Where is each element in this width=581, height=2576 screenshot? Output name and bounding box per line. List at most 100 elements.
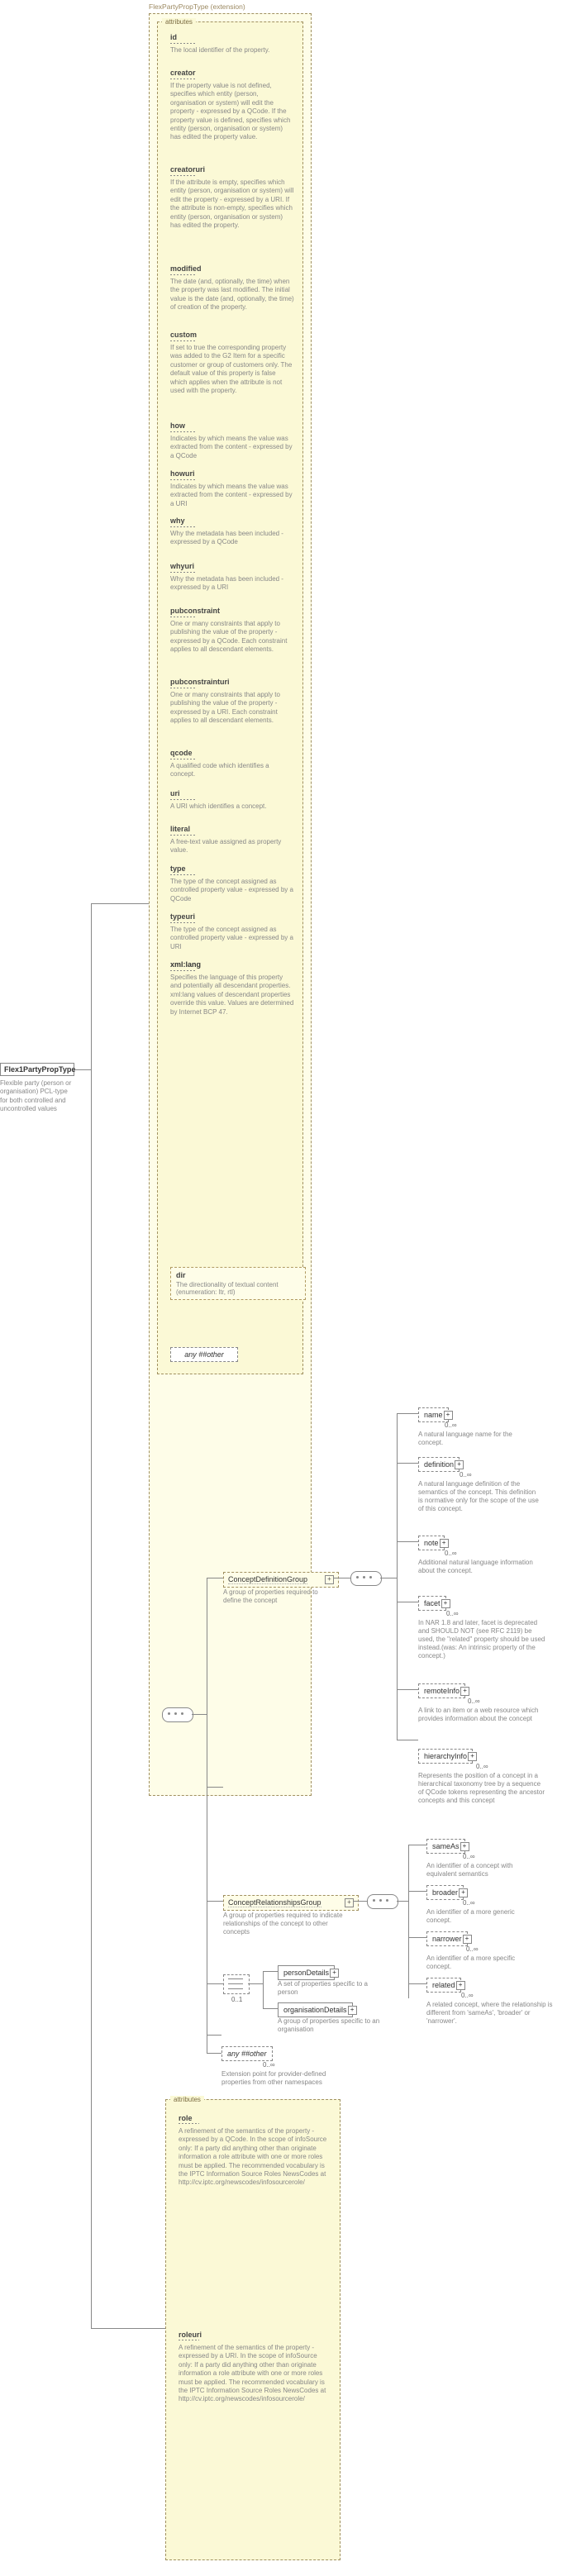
cardinality: 0..∞ — [468, 1697, 480, 1705]
connector — [74, 1069, 91, 1070]
element-remoteinfo: remoteInfo+ — [418, 1683, 465, 1698]
attr-creator: creatorIf the property value is not defi… — [170, 69, 294, 142]
desc-facet: In NAR 1.8 and later, facet is deprecate… — [418, 1619, 549, 1660]
expand-icon[interactable]: + — [440, 1539, 449, 1548]
desc-note: Additional natural language information … — [418, 1559, 534, 1575]
sequence-icon — [350, 1571, 382, 1586]
desc-sameas: An identifier of a concept with equivale… — [426, 1862, 542, 1878]
desc-organisationdetails: A group of properties specific to an org… — [278, 2017, 393, 2034]
connector — [248, 1983, 263, 1984]
attr-how: howIndicates by which means the value wa… — [170, 421, 294, 460]
expand-icon[interactable]: + — [463, 1935, 472, 1944]
connector — [263, 1971, 264, 2008]
attr-roleuri: roleuriA refinement of the semantics of … — [179, 2331, 331, 2404]
cardinality: 0..∞ — [460, 1471, 472, 1478]
connector — [192, 1714, 207, 1715]
attr-qcode: qcodeA qualified code which identifies a… — [170, 749, 294, 779]
element-facet: facet+ — [418, 1596, 446, 1611]
attr-type: typeThe type of the concept assigned as … — [170, 864, 294, 903]
root-title: Flex1PartyPropType — [0, 1063, 74, 1076]
desc-any: Extension point for provider-defined pro… — [221, 2070, 341, 2087]
connector — [354, 1901, 367, 1902]
desc-remoteinfo: A link to an item or a web resource whic… — [418, 1707, 542, 1723]
connector — [263, 1971, 278, 1972]
expand-icon[interactable]: + — [444, 1411, 453, 1420]
attr-pubconstraint: pubconstraintOne or many constraints tha… — [170, 607, 294, 655]
element-any: any ##other — [221, 2046, 273, 2061]
expand-icon[interactable]: + — [330, 1969, 339, 1978]
connector — [408, 1845, 409, 1998]
attr-howuri: howuriIndicates by which means the value… — [170, 469, 294, 508]
sequence-icon — [367, 1894, 398, 1909]
desc-broader: An identifier of a more generic concept. — [426, 1908, 534, 1925]
connector — [397, 1413, 418, 1414]
element-narrower: narrower+ — [426, 1931, 468, 1946]
connector — [397, 1689, 418, 1690]
element-persondetails: personDetails+ — [278, 1965, 335, 1980]
connector — [408, 1891, 426, 1892]
attr-literal: literalA free-text value assigned as pro… — [170, 825, 294, 855]
expand-icon[interactable]: + — [441, 1599, 450, 1608]
expand-icon[interactable]: + — [456, 1981, 465, 1990]
attr-id: idThe local identifier of the property. — [170, 33, 294, 55]
attr-why: whyWhy the metadata has been included - … — [170, 517, 294, 547]
desc-narrower: An identifier of a more specific concept… — [426, 1955, 534, 1971]
element-name: name+ — [418, 1407, 449, 1422]
connector — [263, 2008, 278, 2009]
element-broader: broader+ — [426, 1885, 464, 1900]
bottom-attributes-header: attributes — [170, 2096, 204, 2103]
attr-typeuri: typeuriThe type of the concept assigned … — [170, 912, 294, 951]
element-organisationdetails: organisationDetails+ — [278, 2002, 353, 2017]
attr-xmllang: xml:langSpecifies the language of this p… — [170, 960, 294, 1017]
desc-definition: A natural language definition of the sem… — [418, 1480, 542, 1513]
cardinality: 0..∞ — [476, 1763, 488, 1770]
group-concept-definition-desc: A group of properties required to define… — [223, 1588, 335, 1605]
connector — [397, 1901, 408, 1902]
expand-icon[interactable]: + — [468, 1752, 477, 1761]
any-attribute: any ##other — [170, 1347, 238, 1362]
attr-uri: uriA URI which identifies a concept. — [170, 789, 294, 811]
root-type: Flex1PartyPropType Flexible party (perso… — [0, 1063, 74, 1114]
element-related: related+ — [426, 1978, 461, 1993]
cardinality: 0..∞ — [445, 1550, 457, 1557]
extension-header: FlexPartyPropType (extension) — [149, 2, 245, 11]
cardinality: 0..∞ — [463, 1853, 475, 1860]
expand-icon[interactable]: + — [325, 1575, 334, 1584]
group-concept-definition: ConceptDefinitionGroup+ — [223, 1572, 339, 1588]
cardinality: 0..∞ — [466, 1945, 479, 1953]
connector — [207, 2035, 221, 2036]
expand-icon[interactable]: + — [455, 1460, 464, 1469]
expand-icon[interactable]: + — [460, 1687, 469, 1696]
choice-icon — [223, 1974, 250, 1994]
element-hierarchyinfo: hierarchyInfo+ — [418, 1749, 473, 1764]
attr-pubconstrainturi: pubconstrainturiOne or many constraints … — [170, 678, 294, 726]
expand-icon[interactable]: + — [345, 1898, 354, 1907]
expand-icon[interactable]: + — [459, 1888, 468, 1897]
sequence-icon — [162, 1707, 193, 1722]
attr-dir: dirThe directionality of textual content… — [170, 1267, 306, 1300]
element-note: note+ — [418, 1536, 445, 1550]
expand-icon[interactable]: + — [348, 2006, 357, 2015]
connector — [397, 1463, 418, 1464]
expand-icon[interactable]: + — [460, 1842, 469, 1851]
cardinality: 0..∞ — [463, 1899, 475, 1907]
connector — [207, 1901, 223, 1902]
desc-related: A related concept, where the relationshi… — [426, 2001, 555, 2026]
attr-whyuri: whyuriWhy the metadata has been included… — [170, 562, 294, 593]
root-desc: Flexible party (person or organisation) … — [0, 1079, 74, 1114]
desc-persondetails: A set of properties specific to a person — [278, 1980, 385, 1997]
connector — [91, 903, 92, 2328]
connector — [207, 1787, 223, 1788]
attr-custom: customIf set to true the corresponding p… — [170, 331, 294, 395]
connector — [408, 1937, 426, 1938]
cardinality: 0..∞ — [263, 2061, 275, 2069]
connector — [207, 1983, 223, 1984]
group-concept-relationships: ConceptRelationshipsGroup+ — [223, 1895, 359, 1911]
desc-name: A natural language name for the concept. — [418, 1431, 526, 1447]
connector — [91, 903, 149, 904]
cardinality: 0..∞ — [445, 1421, 457, 1429]
cardinality: 0..∞ — [446, 1610, 459, 1617]
attr-modified: modifiedThe date (and, optionally, the t… — [170, 264, 294, 312]
group-concept-relationships-desc: A group of properties required to indica… — [223, 1912, 355, 1936]
connector — [91, 2328, 165, 2329]
